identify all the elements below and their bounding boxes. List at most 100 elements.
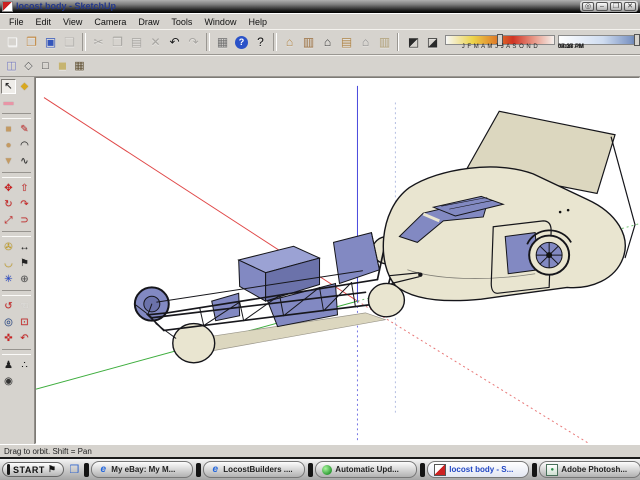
- task-label: Adobe Photosh...: [561, 465, 628, 474]
- follow-me-tool[interactable]: ↷: [17, 197, 32, 212]
- xray-button[interactable]: ◫: [3, 58, 20, 75]
- quick-launch-icon[interactable]: ❒: [69, 463, 79, 476]
- task-adobe-photoshop[interactable]: Adobe Photosh...: [532, 461, 640, 478]
- restore-icon: ❐: [612, 3, 620, 10]
- menu-help[interactable]: Help: [242, 15, 273, 29]
- menu-edit[interactable]: Edit: [30, 15, 58, 29]
- open-icon: ❐: [26, 35, 37, 49]
- eraser-tool[interactable]: ▬: [1, 95, 16, 110]
- shadow-settings-button[interactable]: ◩: [404, 33, 423, 52]
- shaded-textures-button[interactable]: ▦: [71, 58, 88, 75]
- position-camera-tool[interactable]: ♟: [1, 358, 16, 373]
- view-top-button[interactable]: ▤: [337, 33, 356, 52]
- menu-camera[interactable]: Camera: [88, 15, 132, 29]
- task-pill[interactable]: Adobe Photosh...: [539, 461, 640, 478]
- tape-measure-icon: ✇: [4, 241, 13, 253]
- protractor-icon: ◡: [4, 257, 13, 269]
- instructor-button[interactable]: ?: [232, 33, 251, 52]
- polygon-tool[interactable]: ▼: [1, 154, 16, 169]
- open-button[interactable]: ❐: [22, 33, 41, 52]
- walk-tool[interactable]: ∴: [17, 358, 32, 373]
- window-options-button[interactable]: ◎: [582, 2, 594, 11]
- xray-icon: ◫: [6, 60, 17, 72]
- task-locost-body[interactable]: locost body - S...: [420, 461, 530, 478]
- separator: [2, 172, 31, 178]
- task-my-ebay[interactable]: My eBay: My M...: [84, 461, 194, 478]
- shadow-date-slider[interactable]: J F M A M J J A S O N D: [445, 33, 555, 51]
- hidden-line-icon: □: [42, 60, 49, 72]
- move-tool[interactable]: ✥: [1, 181, 16, 196]
- start-button[interactable]: START ⚑: [2, 462, 65, 477]
- cut-button[interactable]: ✂: [89, 33, 108, 52]
- text-tool[interactable]: ⚑: [17, 256, 32, 271]
- task-automatic-update[interactable]: Automatic Upd...: [308, 461, 418, 478]
- select-tool[interactable]: ↖: [1, 79, 16, 94]
- undo-button[interactable]: ↶: [165, 33, 184, 52]
- task-pill[interactable]: LocostBuilders ....: [203, 461, 306, 478]
- paste-button[interactable]: ▤: [127, 33, 146, 52]
- view-left-button[interactable]: ▥: [375, 33, 394, 52]
- zoom-window-icon: ⊡: [20, 316, 29, 328]
- menu-draw[interactable]: Draw: [132, 15, 165, 29]
- look-around-tool[interactable]: ◉: [1, 374, 16, 389]
- task-pill[interactable]: My eBay: My M...: [91, 461, 194, 478]
- redo-button[interactable]: ↷: [184, 33, 203, 52]
- task-pill[interactable]: locost body - S...: [427, 461, 530, 478]
- arc-icon: ◠: [20, 139, 29, 151]
- zoom-extents-tool[interactable]: ✜: [1, 331, 16, 346]
- menu-file[interactable]: File: [3, 15, 30, 29]
- save-button[interactable]: ▣: [41, 33, 60, 52]
- window-restore-button[interactable]: ❐: [610, 2, 622, 11]
- main-toolbar: ❏ ❐ ▣ ❑ ✂ ❒ ▤ ✕ ↶ ↷ ▦?? ⌂ ▥ ⌂ ▤ ⌂ ▥ ◩ ◪ J F M A M J J A S…: [0, 29, 640, 55]
- task-label: locost body - S...: [449, 465, 514, 474]
- menu-window[interactable]: Window: [198, 15, 242, 29]
- paint-bucket-tool[interactable]: ◆: [17, 79, 32, 94]
- hidden-line-button[interactable]: □: [37, 58, 54, 75]
- view-back-button[interactable]: ⌂: [356, 33, 375, 52]
- copy-button[interactable]: ❒: [108, 33, 127, 52]
- new-button[interactable]: ❏: [3, 33, 22, 52]
- view-front-button[interactable]: ⌂: [318, 33, 337, 52]
- arc-tool[interactable]: ◠: [17, 138, 32, 153]
- modeling-viewport[interactable]: [35, 77, 640, 444]
- freehand-tool[interactable]: ∿: [17, 154, 32, 169]
- view-back-icon: ⌂: [361, 35, 370, 49]
- orbit-tool[interactable]: ↺: [1, 299, 16, 314]
- circle-tool[interactable]: ●: [1, 138, 16, 153]
- zoom-window-tool[interactable]: ⊡: [17, 315, 32, 330]
- protractor-tool[interactable]: ◡: [1, 256, 16, 271]
- section-plane-tool[interactable]: ⊕: [17, 272, 32, 287]
- rotate-tool[interactable]: ↻: [1, 197, 16, 212]
- shaded-button[interactable]: ◼: [54, 58, 71, 75]
- zoom-tool[interactable]: ◎: [1, 315, 16, 330]
- menu-tools[interactable]: Tools: [165, 15, 198, 29]
- view-iso-button[interactable]: ⌂: [280, 33, 299, 52]
- task-locostbuilders[interactable]: LocostBuilders ....: [196, 461, 306, 478]
- offset-tool[interactable]: ⊃: [17, 213, 32, 228]
- print-preview-button[interactable]: ❑: [60, 33, 79, 52]
- window-minimize-button[interactable]: –: [596, 2, 608, 11]
- rectangle-tool[interactable]: ■: [1, 122, 16, 137]
- task-buttons: My eBay: My M... LocostBuilders .... Aut…: [84, 461, 640, 478]
- dimension-tool[interactable]: ↔: [17, 240, 32, 255]
- push-pull-tool[interactable]: ⇧: [17, 181, 32, 196]
- help-button[interactable]: ?: [251, 33, 270, 52]
- zoom-previous-tool[interactable]: ↶: [17, 331, 32, 346]
- print-button[interactable]: ▦: [213, 33, 232, 52]
- tape-measure-tool[interactable]: ✇: [1, 240, 16, 255]
- erase-button[interactable]: ✕: [146, 33, 165, 52]
- pan-tool[interactable]: ☜: [17, 299, 32, 314]
- window-close-button[interactable]: ✕: [624, 2, 636, 11]
- menu-view[interactable]: View: [57, 15, 88, 29]
- move-icon: ✥: [4, 182, 13, 194]
- shadow-time-slider[interactable]: 04:37 AM Noon 07:28 PM: [558, 33, 640, 51]
- shadow-toggle-button[interactable]: ◪: [423, 33, 442, 52]
- scale-tool[interactable]: ⤢: [1, 213, 16, 228]
- statusbar: Drag to orbit. Shift = Pan: [0, 444, 640, 457]
- wireframe-button[interactable]: ◇: [20, 58, 37, 75]
- task-pill[interactable]: Automatic Upd...: [315, 461, 418, 478]
- line-tool[interactable]: ✎: [17, 122, 32, 137]
- axes-tool[interactable]: ✳: [1, 272, 16, 287]
- view-right-button[interactable]: ▥: [299, 33, 318, 52]
- separator: [2, 290, 31, 296]
